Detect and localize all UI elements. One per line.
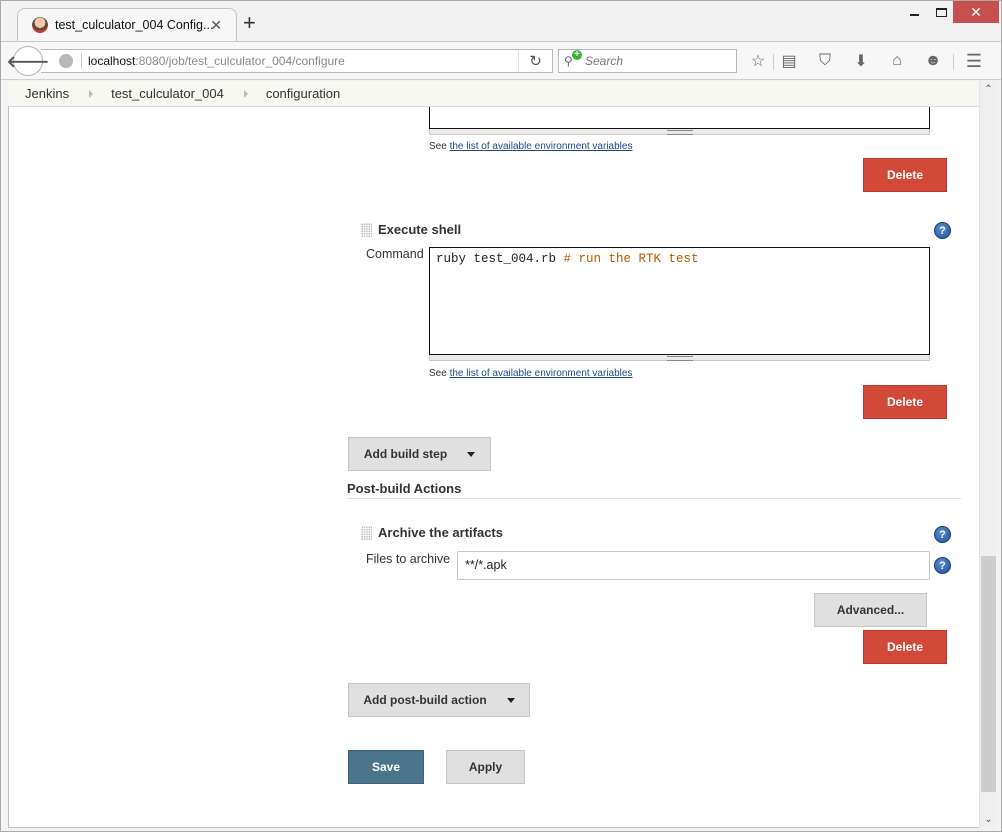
env-vars-hint: See the list of available environment va… <box>429 141 632 152</box>
url-separator <box>81 53 82 69</box>
add-post-build-action-label: Add post-build action <box>363 693 487 707</box>
breadcrumb-arrow-icon[interactable] <box>89 89 94 98</box>
maximize-icon <box>935 7 947 17</box>
help-icon[interactable]: ? <box>934 526 951 543</box>
browser-tab[interactable]: test_culculator_004 Config... ✕ <box>17 8 237 41</box>
tab-title: test_culculator_004 Config... <box>55 18 214 32</box>
back-arrow-icon: 🡐 <box>6 53 50 71</box>
delete-execute-shell-button[interactable]: Delete <box>863 385 947 419</box>
files-to-archive-label: Files to archive <box>366 552 451 566</box>
drag-handle[interactable] <box>361 526 372 540</box>
advanced-button[interactable]: Advanced... <box>814 593 927 627</box>
section-divider <box>347 498 961 499</box>
env-vars-hint: See the list of available environment va… <box>429 368 632 379</box>
pocket-icon[interactable]: ⛉ <box>815 51 835 71</box>
textarea-resize-handle[interactable] <box>429 355 930 361</box>
delete-archive-action-button[interactable]: Delete <box>863 630 947 664</box>
command-textarea[interactable]: ruby test_004.rb # run the RTK test <box>429 247 930 355</box>
site-identity-globe-icon[interactable] <box>59 54 73 68</box>
search-placeholder: Search <box>585 54 624 68</box>
window-close-button[interactable]: ✕ <box>953 1 999 23</box>
command-comment: # run the RTK test <box>563 252 699 266</box>
reload-icon[interactable]: ↻ <box>518 50 552 72</box>
breadcrumb: Jenkins test_culculator_004 configuratio… <box>8 81 979 107</box>
minimize-button[interactable] <box>901 1 927 23</box>
previous-step-textarea[interactable] <box>429 107 930 129</box>
url-path: :8080/job/test_culculator_004/configure <box>135 54 345 68</box>
env-vars-prefix: See <box>429 141 450 152</box>
apply-button[interactable]: Apply <box>446 750 525 784</box>
scroll-down-icon[interactable]: ⌄ <box>980 811 997 828</box>
navigation-toolbar: localhost:8080/job/test_culculator_004/c… <box>1 41 1001 80</box>
save-button[interactable]: Save <box>348 750 424 784</box>
help-icon[interactable]: ? <box>934 557 951 574</box>
scrollbar-thumb[interactable] <box>981 556 996 792</box>
textarea-resize-handle[interactable] <box>429 129 930 135</box>
archive-artifacts-title: Archive the artifacts <box>378 525 503 540</box>
delete-build-step-button[interactable]: Delete <box>863 158 947 192</box>
dropdown-caret-icon <box>506 697 515 703</box>
download-icon[interactable]: ⬇ <box>851 51 871 71</box>
add-build-step-label: Add build step <box>363 447 448 461</box>
page-scrollbar[interactable]: ⌃ ⌄ <box>979 81 996 828</box>
reading-list-icon[interactable]: ▤ <box>779 51 799 71</box>
search-input[interactable]: ⚲ Search <box>558 49 737 73</box>
post-build-heading: Post-build Actions <box>347 481 462 496</box>
breadcrumb-item-jenkins[interactable]: Jenkins <box>25 86 69 101</box>
add-post-build-action-button[interactable]: Add post-build action <box>348 683 530 717</box>
browser-window: test_culculator_004 Config... ✕ + ✕ loca… <box>0 0 1002 832</box>
tab-strip: test_culculator_004 Config... ✕ + ✕ <box>1 1 1001 41</box>
toolbar-separator <box>773 54 774 70</box>
command-label: Command <box>366 247 424 261</box>
tab-close-icon[interactable]: ✕ <box>210 17 222 34</box>
url-bar[interactable]: localhost:8080/job/test_culculator_004/c… <box>41 49 553 73</box>
drag-handle[interactable] <box>361 223 372 237</box>
url-host: localhost <box>88 54 136 68</box>
breadcrumb-item-job[interactable]: test_culculator_004 <box>111 86 224 101</box>
search-engine-icon[interactable]: ⚲ <box>564 50 582 68</box>
menu-icon[interactable]: ☰ <box>964 51 984 71</box>
scroll-up-icon[interactable]: ⌃ <box>980 81 997 98</box>
command-code: ruby test_004.rb <box>436 252 564 266</box>
chat-icon[interactable]: ☻ <box>923 51 943 71</box>
page-content: See the list of available environment va… <box>8 107 979 828</box>
help-icon[interactable]: ? <box>934 222 951 239</box>
jenkins-favicon-icon <box>32 17 48 33</box>
dropdown-caret-icon <box>467 451 476 457</box>
add-build-step-button[interactable]: Add build step <box>348 437 491 471</box>
env-vars-link[interactable]: the list of available environment variab… <box>450 368 633 379</box>
toolbar-separator <box>953 54 954 70</box>
bookmark-star-icon[interactable]: ☆ <box>748 51 768 71</box>
maximize-button[interactable] <box>928 1 954 23</box>
home-icon[interactable]: ⌂ <box>887 51 907 71</box>
breadcrumb-arrow-icon[interactable] <box>243 89 248 98</box>
new-tab-button[interactable]: + <box>243 12 256 34</box>
env-vars-prefix: See <box>429 368 450 379</box>
url-text[interactable]: localhost:8080/job/test_culculator_004/c… <box>88 54 345 68</box>
execute-shell-title: Execute shell <box>378 222 462 237</box>
breadcrumb-item-configuration[interactable]: configuration <box>266 86 340 101</box>
minimize-icon <box>909 14 919 16</box>
back-button[interactable]: 🡐 <box>7 46 49 76</box>
files-to-archive-input[interactable]: **/*.apk <box>457 551 930 580</box>
env-vars-link[interactable]: the list of available environment variab… <box>450 141 633 152</box>
